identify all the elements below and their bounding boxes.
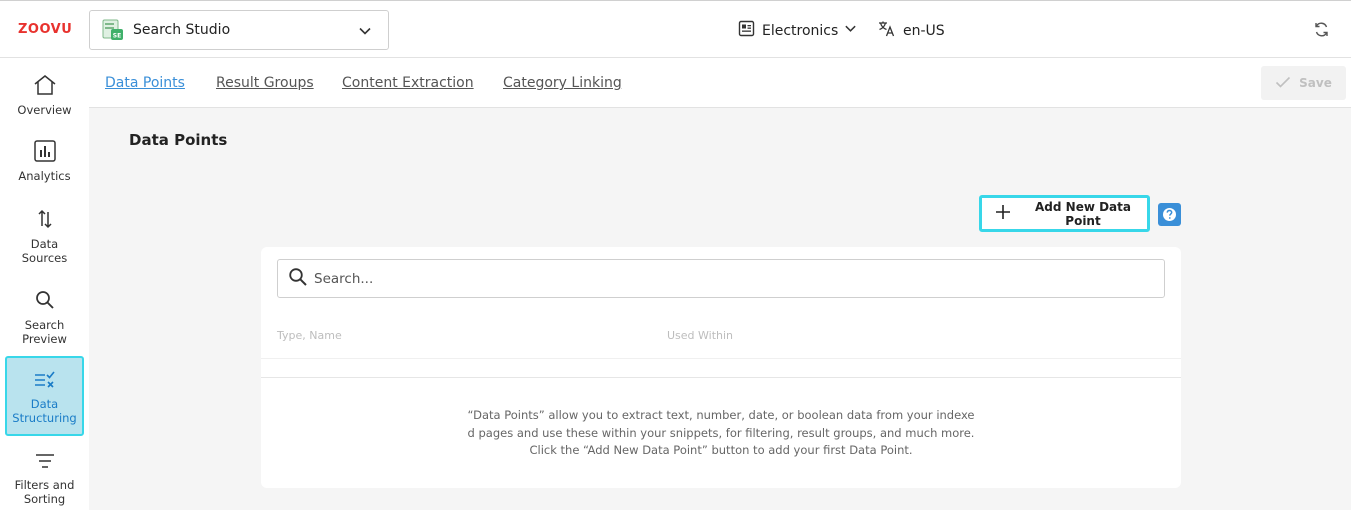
plus-icon	[995, 204, 1011, 223]
sidebar-item-label: Filters and	[14, 478, 75, 492]
tab-bar: Data Points Result Groups Content Extrac…	[89, 58, 1351, 108]
empty-state-line: “Data Points” allow you to extract text,…	[467, 408, 975, 422]
search-studio-icon: SE	[102, 19, 124, 41]
sidebar-item-label: Data	[30, 237, 59, 251]
save-button-label: Save	[1299, 76, 1332, 90]
divider	[261, 358, 1181, 359]
main-content: Data Points Result Groups Content Extrac…	[89, 58, 1351, 510]
empty-state-message: “Data Points” allow you to extract text,…	[261, 407, 1181, 460]
sidebar-item-data-structuring[interactable]: Data Structuring	[5, 356, 84, 436]
list-check-icon	[7, 370, 82, 393]
sidebar-item-label: Data	[30, 397, 59, 411]
sidebar-item-label: Search	[24, 318, 65, 332]
sidebar-item-analytics[interactable]: Analytics	[5, 140, 84, 184]
search-icon	[288, 267, 308, 291]
sidebar-item-filters-sorting[interactable]: Filters and Sorting	[5, 451, 84, 507]
refresh-icon[interactable]	[1313, 21, 1330, 42]
search-field[interactable]	[277, 259, 1165, 298]
analytics-icon	[5, 140, 84, 165]
empty-state-line: Click the “Add New Data Point” button to…	[529, 443, 913, 457]
column-header-used-within[interactable]: Used Within	[667, 329, 733, 342]
search-input[interactable]	[314, 270, 1154, 287]
chevron-down-icon	[844, 22, 857, 39]
product-select[interactable]: SE Search Studio	[89, 10, 389, 50]
empty-state-line: d pages and use these within your snippe…	[467, 425, 975, 440]
locale-label: en-US	[903, 22, 945, 39]
home-icon	[5, 74, 84, 99]
svg-text:SE: SE	[113, 33, 121, 40]
top-bar: ZOOVU SE Search Studio Electronics en-US	[0, 0, 1351, 58]
sort-arrows-icon	[5, 208, 84, 233]
tab-content-extraction[interactable]: Content Extraction	[342, 75, 474, 91]
help-icon[interactable]	[1158, 203, 1181, 226]
sidebar-item-label: Analytics	[18, 169, 71, 183]
check-icon	[1275, 75, 1291, 92]
save-button[interactable]: Save	[1261, 66, 1346, 100]
sidebar-item-label: Sources	[21, 251, 68, 265]
chevron-down-icon	[358, 23, 372, 42]
catalog-select[interactable]: Electronics	[738, 20, 857, 41]
locale-select[interactable]: en-US	[878, 20, 945, 41]
search-icon	[5, 289, 84, 314]
divider	[261, 377, 1181, 378]
page-title: Data Points	[129, 131, 228, 149]
product-select-label: Search Studio	[133, 22, 231, 38]
catalog-icon	[738, 20, 755, 41]
sidebar: Overview Analytics Data Sources Search P…	[0, 58, 89, 510]
add-data-point-label: Add New Data Point	[1035, 199, 1131, 228]
sidebar-item-label: Structuring	[12, 411, 77, 425]
catalog-label: Electronics	[762, 22, 839, 39]
filter-icon	[5, 451, 84, 474]
translate-icon	[878, 20, 895, 41]
data-points-card: Type, Name Used Within “Data Points” all…	[261, 247, 1181, 488]
sidebar-item-label: Overview	[17, 103, 72, 117]
add-data-point-button[interactable]: Add New Data Point	[979, 195, 1150, 232]
tab-data-points[interactable]: Data Points	[105, 75, 185, 91]
tab-category-linking[interactable]: Category Linking	[503, 75, 622, 91]
sidebar-item-overview[interactable]: Overview	[5, 74, 84, 118]
sidebar-item-data-sources[interactable]: Data Sources	[5, 208, 84, 265]
tab-result-groups[interactable]: Result Groups	[216, 75, 314, 91]
zoovu-logo[interactable]: ZOOVU	[18, 22, 72, 37]
sidebar-item-label: Preview	[22, 332, 67, 346]
column-header-type-name[interactable]: Type, Name	[277, 329, 342, 342]
sidebar-item-search-preview[interactable]: Search Preview	[5, 289, 84, 346]
sidebar-item-label: Sorting	[23, 492, 66, 506]
